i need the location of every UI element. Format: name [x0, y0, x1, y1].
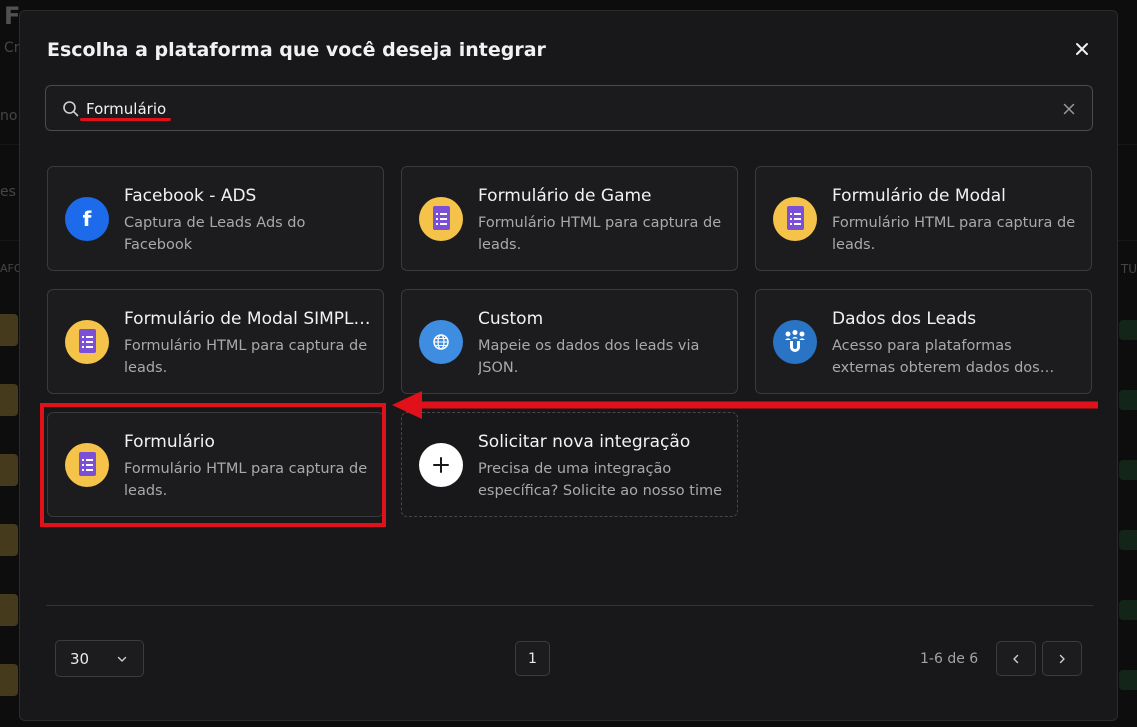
card-title: Solicitar nova integração: [478, 432, 691, 452]
card-description: Formulário HTML para captura de leads.: [124, 338, 368, 376]
card-title: Facebook - ADS: [124, 186, 257, 206]
page-size-value: 30: [70, 650, 90, 668]
card-description: Formulário HTML para captura de leads.: [832, 215, 1076, 253]
search-field[interactable]: [45, 85, 1093, 131]
search-icon: [63, 101, 79, 117]
integration-card-dados-dos-leads[interactable]: Dados dos Leads Acesso para plataformas …: [755, 289, 1092, 394]
card-title: Custom: [478, 309, 544, 329]
close-icon: [1076, 43, 1088, 55]
clear-search-icon[interactable]: [1061, 101, 1077, 117]
integration-card-formulario-modal-simples[interactable]: Formulário de Modal SIMPLES Formulário H…: [47, 289, 384, 394]
svg-text:f: f: [83, 207, 92, 231]
chevron-right-icon: [1059, 654, 1065, 663]
google-forms-icon: [773, 197, 817, 241]
footer-divider: [46, 605, 1093, 606]
google-forms-icon: [419, 197, 463, 241]
annotation-highlight-box: [40, 403, 386, 527]
integration-card-custom[interactable]: Custom Mapeie os dados dos leads via JSO…: [401, 289, 738, 394]
card-description: Captura de Leads Ads do Facebook: [124, 215, 306, 253]
card-title: Formulário de Modal: [832, 186, 1006, 206]
chevron-down-icon: [117, 656, 127, 662]
card-description: Formulário HTML para captura de leads.: [478, 215, 722, 253]
next-page-button[interactable]: [1042, 641, 1082, 676]
card-title: Dados dos Leads: [832, 309, 977, 329]
integration-card-facebook-ads[interactable]: f Facebook - ADS Captura de Leads Ads do…: [47, 166, 384, 271]
card-description: Acesso para plataformas externas obterem…: [832, 338, 1040, 376]
search-input[interactable]: [86, 96, 1046, 122]
card-description: Precisa de uma integração específica? So…: [478, 461, 723, 499]
card-description: Mapeie os dados dos leads via JSON.: [478, 338, 700, 376]
globe-icon: [419, 320, 463, 364]
annotation-arrow-icon: [392, 391, 1098, 419]
close-button[interactable]: [1071, 38, 1093, 60]
facebook-icon: f: [65, 197, 109, 241]
integration-card-formulario-modal[interactable]: Formulário de Modal Formulário HTML para…: [755, 166, 1092, 271]
google-forms-icon: [65, 320, 109, 364]
card-title: Formulário de Modal SIMPLES: [124, 309, 374, 329]
search-annotation-underline: [80, 118, 171, 121]
request-new-integration-card[interactable]: Solicitar nova integração Precisa de uma…: [401, 412, 738, 517]
chevron-left-icon: [1013, 654, 1019, 663]
integration-card-formulario-game[interactable]: Formulário de Game Formulário HTML para …: [401, 166, 738, 271]
previous-page-button[interactable]: [996, 641, 1036, 676]
card-title: Formulário de Game: [478, 186, 652, 206]
page-size-select[interactable]: 30: [55, 640, 144, 677]
pagination-range: 1-6 de 6: [920, 651, 979, 667]
plus-icon: [419, 443, 463, 487]
page-button-current[interactable]: 1: [515, 641, 550, 676]
modal-title: Escolha a plataforma que você deseja int…: [47, 39, 546, 61]
integration-modal: Escolha a plataforma que você deseja int…: [19, 10, 1118, 721]
users-magnet-icon: [773, 320, 817, 364]
